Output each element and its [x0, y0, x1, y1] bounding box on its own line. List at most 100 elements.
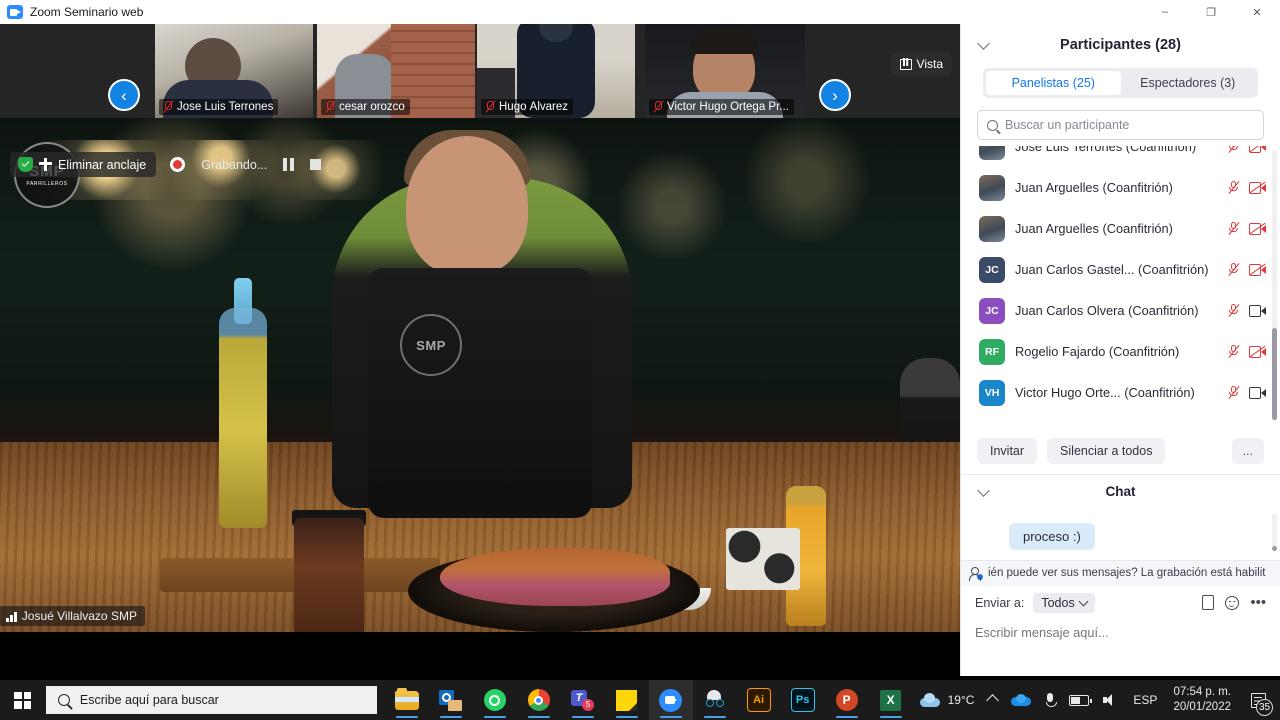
- camera-on-icon[interactable]: [1249, 304, 1266, 317]
- show-hidden-icons-button[interactable]: [981, 680, 1004, 720]
- battery-tray-icon[interactable]: [1062, 680, 1096, 720]
- list-item[interactable]: Juan Arguelles (Coanfitrión): [961, 208, 1280, 249]
- notification-center-button[interactable]: 35: [1240, 680, 1276, 720]
- list-item[interactable]: JC Juan Carlos Olvera (Coanfitrión): [961, 290, 1280, 331]
- zoom-icon[interactable]: [648, 680, 693, 720]
- mic-off-icon: [484, 100, 495, 113]
- meeting-area: Jose Luis Terrones cesar orozco Hugo Álv…: [0, 24, 960, 632]
- participants-scrollbar[interactable]: [1272, 150, 1277, 422]
- illustrator-icon[interactable]: Ai: [737, 680, 781, 720]
- mic-off-icon[interactable]: [1227, 146, 1240, 154]
- unpin-button[interactable]: Eliminar anclaje: [10, 152, 157, 177]
- filmstrip-next-button[interactable]: ›: [819, 79, 851, 111]
- snipping-tool-icon[interactable]: [693, 680, 737, 720]
- mic-off-icon[interactable]: [1227, 344, 1240, 359]
- pause-recording-button[interactable]: [283, 158, 295, 171]
- microphone-tray-icon[interactable]: [1038, 680, 1062, 720]
- mic-off-icon[interactable]: [1227, 221, 1240, 236]
- participant-status-icons: [1227, 344, 1266, 359]
- attach-file-icon[interactable]: [1202, 595, 1215, 610]
- presenter-head: [406, 136, 528, 276]
- chat-scrollbar[interactable]: [1272, 513, 1277, 551]
- participants-panel-header: Participantes (28): [961, 24, 1280, 66]
- recording-status: Grabando...: [201, 157, 268, 172]
- oil-bottle: [219, 308, 267, 528]
- participant-name: Rogelio Fajardo (Coanfitrión): [1015, 344, 1180, 359]
- camera-off-icon[interactable]: [1249, 222, 1266, 235]
- title-bar: Zoom Seminario web – ❐ ✕: [0, 0, 1280, 24]
- start-button[interactable]: [0, 680, 46, 720]
- emoji-icon[interactable]: [1225, 595, 1240, 610]
- close-button[interactable]: ✕: [1234, 0, 1280, 24]
- tab-espectadores[interactable]: Espectadores (3): [1121, 71, 1256, 95]
- search-icon: [987, 119, 998, 131]
- outlook-icon[interactable]: [429, 680, 473, 720]
- taskbar-search[interactable]: Escribe aquí para buscar: [45, 686, 377, 714]
- chat-input-wrapper[interactable]: [961, 620, 1280, 677]
- weather-temperature: 19°C: [947, 693, 975, 707]
- send-to-dropdown[interactable]: Todos: [1033, 592, 1095, 613]
- mic-off-icon[interactable]: [1227, 385, 1240, 400]
- recording-controls: Grabando...: [170, 157, 322, 172]
- avatar: [979, 146, 1005, 160]
- avatar: [979, 174, 1005, 201]
- list-item[interactable]: RF Rogelio Fajardo (Coanfitrión): [961, 331, 1280, 372]
- view-button[interactable]: Vista: [890, 53, 952, 75]
- list-item[interactable]: Juan Arguelles (Coanfitrión): [961, 167, 1280, 208]
- sticky-notes-icon[interactable]: [605, 680, 649, 720]
- zoom-video-icon: [7, 5, 23, 19]
- chrome-icon[interactable]: [517, 680, 561, 720]
- active-speaker-video[interactable]: SMP SMP PARRILLEROS Eliminar anclaje: [0, 118, 960, 632]
- participants-more-button[interactable]: ...: [1231, 437, 1264, 464]
- photoshop-icon[interactable]: Ps: [781, 680, 825, 720]
- camera-off-icon[interactable]: [1249, 181, 1266, 194]
- stop-recording-button[interactable]: [310, 159, 322, 170]
- avatar: JC: [979, 256, 1005, 283]
- window-controls: – ❐ ✕: [1142, 0, 1280, 24]
- mic-off-icon[interactable]: [1227, 262, 1240, 277]
- excel-icon[interactable]: X: [869, 680, 913, 720]
- participants-list[interactable]: Jose Luis Terrones (Coanfitrión) Juan Ar…: [961, 146, 1280, 427]
- maximize-button[interactable]: ❐: [1188, 0, 1234, 24]
- mic-off-icon[interactable]: [1227, 303, 1240, 318]
- chat-more-icon[interactable]: •••: [1250, 595, 1266, 610]
- language-indicator[interactable]: ESP: [1126, 680, 1164, 720]
- powerpoint-icon[interactable]: P: [825, 680, 869, 720]
- participant-name: Juan Arguelles (Coanfitrión): [1015, 180, 1173, 195]
- list-item[interactable]: Jose Luis Terrones (Coanfitrión): [961, 146, 1280, 167]
- search-input[interactable]: [1005, 118, 1254, 132]
- chat-input[interactable]: [975, 624, 1266, 640]
- camera-on-icon[interactable]: [1249, 386, 1266, 399]
- participant-search[interactable]: [977, 110, 1264, 140]
- camera-off-icon[interactable]: [1249, 345, 1266, 358]
- file-explorer-icon[interactable]: [385, 680, 429, 720]
- tab-panelistas[interactable]: Panelistas (25): [986, 71, 1121, 95]
- list-item[interactable]: JC Juan Carlos Gastel... (Coanfitrión): [961, 249, 1280, 290]
- participants-tabs: Panelistas (25) Espectadores (3): [983, 68, 1258, 98]
- film-tile[interactable]: Hugo Álvarez: [477, 24, 635, 118]
- camera-off-icon[interactable]: [1249, 146, 1266, 153]
- whatsapp-icon[interactable]: [473, 680, 517, 720]
- camera-off-icon[interactable]: [1249, 263, 1266, 276]
- filmstrip-prev-button[interactable]: ‹: [108, 79, 140, 111]
- film-tile[interactable]: Victor Hugo Ortega Pr...: [645, 24, 805, 118]
- grid-view-icon: [899, 58, 912, 70]
- avatar: RF: [979, 338, 1005, 365]
- film-tile[interactable]: cesar orozco: [317, 24, 475, 118]
- mute-all-button[interactable]: Silenciar a todos: [1047, 437, 1166, 464]
- film-tile-label: Hugo Álvarez: [481, 99, 574, 115]
- invite-button[interactable]: Invitar: [977, 437, 1038, 464]
- minimize-button[interactable]: –: [1142, 0, 1188, 24]
- teams-icon[interactable]: T 5: [561, 680, 605, 720]
- chat-messages[interactable]: proceso :): [961, 507, 1280, 560]
- taskbar-search-placeholder: Escribe aquí para buscar: [79, 693, 219, 707]
- list-item[interactable]: VH Victor Hugo Orte... (Coanfitrión): [961, 372, 1280, 413]
- mic-off-icon[interactable]: [1227, 180, 1240, 195]
- weather-widget[interactable]: 19°C: [913, 680, 982, 720]
- clock[interactable]: 07:54 p. m. 20/01/2022: [1164, 685, 1240, 715]
- clock-time: 07:54 p. m.: [1173, 686, 1231, 698]
- film-tile[interactable]: Jose Luis Terrones: [155, 24, 313, 118]
- volume-tray-icon[interactable]: [1096, 680, 1126, 720]
- clock-date: 20/01/2022: [1173, 701, 1231, 713]
- onedrive-tray-icon[interactable]: [1004, 680, 1038, 720]
